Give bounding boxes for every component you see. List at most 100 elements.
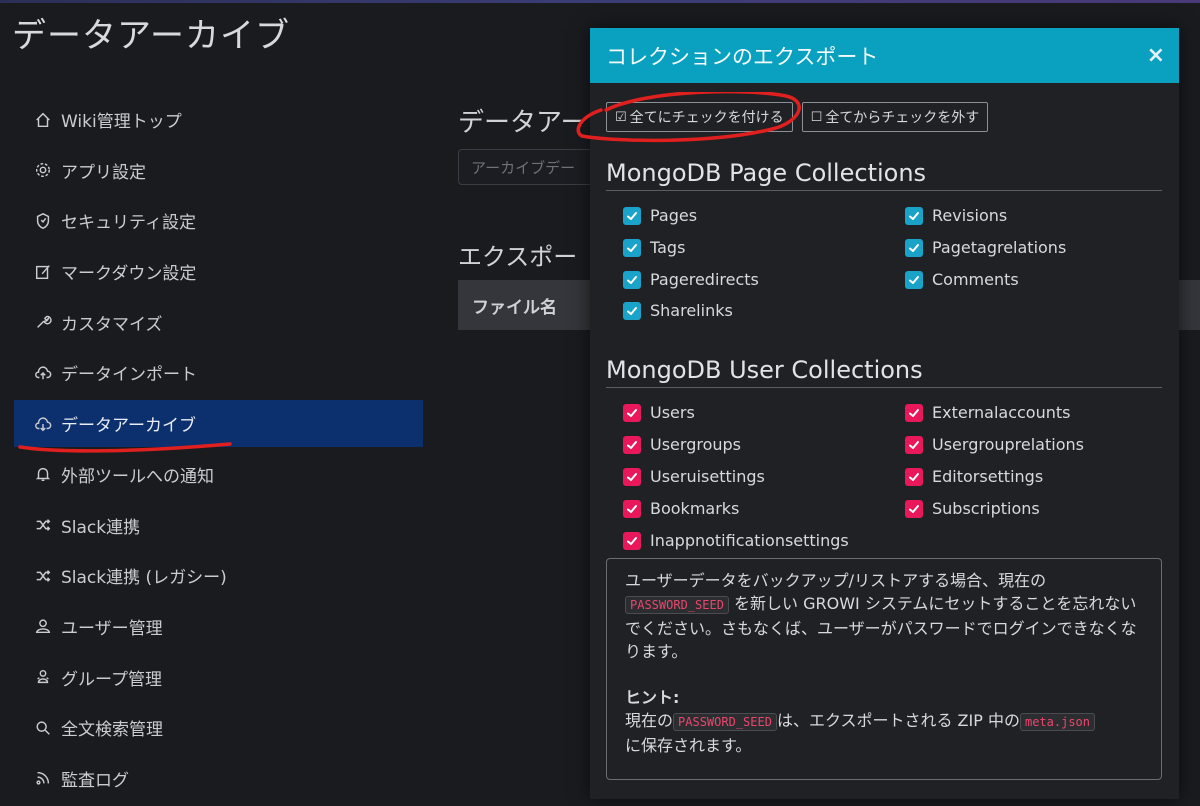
sidebar-item-slack[interactable]: Slack連携 bbox=[14, 502, 423, 549]
empty-square-icon: ☐ bbox=[810, 109, 823, 125]
checkbox-checked-icon bbox=[623, 206, 641, 225]
uncheck-all-label: 全てからチェックを外す bbox=[825, 110, 980, 126]
checkbox-subscriptions[interactable]: Subscriptions bbox=[905, 499, 1040, 518]
checkbox-users[interactable]: Users bbox=[623, 403, 695, 422]
feed-icon bbox=[32, 767, 54, 789]
home-icon bbox=[32, 109, 54, 131]
checkbox-checked-icon bbox=[623, 499, 641, 518]
sidebar-item-group-management[interactable]: グループ管理 bbox=[14, 654, 423, 701]
checkbox-checked-icon bbox=[905, 270, 923, 289]
checkbox-usergrouprelations[interactable]: Usergrouprelations bbox=[905, 435, 1084, 454]
close-icon[interactable]: × bbox=[1147, 43, 1165, 68]
hint-title: ヒント: bbox=[625, 688, 680, 707]
checkbox-externalaccounts[interactable]: Externalaccounts bbox=[905, 403, 1070, 422]
sidebar-item-customize[interactable]: カスタマイズ bbox=[14, 299, 423, 346]
checkbox-label: Pageredirects bbox=[650, 270, 759, 289]
checkbox-comments[interactable]: Comments bbox=[905, 270, 1019, 289]
sidebar-item-markdown[interactable]: マークダウン設定 bbox=[14, 248, 423, 295]
checkbox-checked-icon bbox=[623, 270, 641, 289]
checkbox-checked-icon bbox=[623, 403, 641, 422]
checkbox-useruisettings[interactable]: Useruisettings bbox=[623, 467, 765, 486]
sidebar-item-label: アプリ設定 bbox=[61, 162, 146, 183]
checked-square-icon: ☑ bbox=[615, 109, 627, 125]
modal-header: コレクションのエクスポート × bbox=[590, 28, 1179, 83]
checkbox-checked-icon bbox=[905, 403, 923, 422]
sidebar-item-user-management[interactable]: ユーザー管理 bbox=[14, 603, 423, 650]
checkbox-checked-icon bbox=[623, 238, 641, 257]
checkbox-label: Sharelinks bbox=[650, 301, 733, 320]
sidebar-item-audit-log[interactable]: 監査ログ bbox=[14, 755, 423, 802]
sidebar-item-label: カスタマイズ bbox=[61, 314, 163, 335]
hint-text: 現在の PASSWORD_SEED は、エクスポートされる ZIP 中の meta.j… bbox=[625, 709, 1143, 757]
sidebar-item-search-management[interactable]: 全文検索管理 bbox=[14, 704, 423, 751]
sidebar-item-label: Slack連携 (レガシー) bbox=[61, 568, 227, 589]
archive-heading: データアー bbox=[458, 108, 587, 138]
checkbox-tags[interactable]: Tags bbox=[623, 238, 685, 257]
page-collections-title: MongoDB Page Collections bbox=[606, 159, 1162, 191]
checkbox-label: Pagetagrelations bbox=[932, 238, 1067, 257]
password-seed-alert: ユーザーデータをバックアップ/リストアする場合、現在の PASSWORD_SEE… bbox=[606, 558, 1162, 780]
check-all-label: 全てにチェックを付ける bbox=[629, 110, 784, 126]
checkbox-label: Tags bbox=[650, 238, 686, 257]
uncheck-all-button[interactable]: ☐ 全てからチェックを外す bbox=[801, 102, 989, 132]
export-heading: エクスポー bbox=[458, 243, 578, 271]
checkbox-label: Comments bbox=[932, 270, 1019, 289]
cloud-download-icon bbox=[32, 413, 54, 435]
sidebar-item-label: Slack連携 bbox=[61, 517, 141, 538]
checkbox-label: Subscriptions bbox=[932, 499, 1040, 518]
hint-text-part: 現在の bbox=[625, 711, 674, 730]
select-buttons: ☑ 全てにチェックを付ける ☐ 全てからチェックを外す bbox=[576, 92, 989, 143]
checkbox-editorsettings[interactable]: Editorsettings bbox=[905, 467, 1043, 486]
sidebar-item-data-archive[interactable]: データアーカイブ bbox=[14, 400, 423, 453]
sidebar-item-label: 外部ツールへの通知 bbox=[61, 466, 214, 487]
cloud-upload-icon bbox=[32, 362, 54, 384]
checkbox-usergroups[interactable]: Usergroups bbox=[623, 435, 741, 454]
sidebar-item-label: 監査ログ bbox=[61, 770, 129, 791]
sidebar-item-label: ユーザー管理 bbox=[61, 618, 163, 639]
user-collections-title: MongoDB User Collections bbox=[606, 356, 1162, 388]
checkbox-pages[interactable]: Pages bbox=[623, 206, 697, 225]
code-meta-json: meta.json bbox=[1019, 713, 1095, 731]
sidebar-item-data-import[interactable]: データインポート bbox=[14, 349, 423, 396]
sidebar-item-notifications[interactable]: 外部ツールへの通知 bbox=[14, 451, 423, 498]
export-collections-modal: コレクションのエクスポート × ☑ 全てにチェックを付ける ☐ 全てからチェック… bbox=[576, 28, 1179, 799]
wrench-icon bbox=[32, 311, 54, 333]
checkbox-bookmarks[interactable]: Bookmarks bbox=[623, 499, 739, 518]
alert-text: ユーザーデータをバックアップ/リストアする場合、現在の bbox=[625, 571, 1047, 590]
page-title: データアーカイブ bbox=[12, 16, 290, 56]
checkbox-label: Editorsettings bbox=[932, 467, 1044, 486]
checkbox-checked-icon bbox=[905, 238, 923, 257]
checkbox-label: Usergrouprelations bbox=[932, 435, 1084, 454]
sidebar-item-label: セキュリティ設定 bbox=[61, 213, 196, 234]
sidebar-item-security[interactable]: セキュリティ設定 bbox=[14, 197, 423, 244]
shuffle-icon bbox=[32, 565, 54, 587]
checkbox-label: Externalaccounts bbox=[932, 403, 1071, 422]
checkbox-inappnotificationsettings[interactable]: Inappnotificationsettings bbox=[623, 531, 849, 550]
checkbox-checked-icon bbox=[905, 435, 923, 454]
checkbox-checked-icon bbox=[905, 499, 923, 518]
admin-sidebar: Wiki管理トップ アプリ設定 セキュリティ設定 マークダウン設定 カスタマイズ… bbox=[14, 96, 423, 806]
sidebar-item-app-settings[interactable]: アプリ設定 bbox=[14, 147, 423, 194]
checkbox-label: Bookmarks bbox=[650, 499, 740, 518]
search-icon bbox=[32, 717, 54, 739]
checkbox-checked-icon bbox=[623, 531, 641, 550]
checkbox-revisions[interactable]: Revisions bbox=[905, 206, 1007, 225]
sidebar-item-label: Wiki管理トップ bbox=[61, 112, 182, 132]
checkbox-sharelinks[interactable]: Sharelinks bbox=[623, 301, 733, 320]
top-accent-bar bbox=[0, 0, 1200, 3]
checkbox-pageredirects[interactable]: Pageredirects bbox=[623, 270, 759, 289]
check-all-button[interactable]: ☑ 全てにチェックを付ける bbox=[606, 102, 793, 132]
modal-title: コレクションのエクスポート bbox=[606, 44, 879, 69]
code-password-seed: PASSWORD_SEED bbox=[673, 713, 777, 731]
checkbox-checked-icon bbox=[905, 206, 923, 225]
bell-icon bbox=[32, 463, 54, 485]
checkbox-label: Inappnotificationsettings bbox=[650, 531, 849, 550]
sidebar-item-wiki-top[interactable]: Wiki管理トップ bbox=[14, 96, 423, 143]
checkbox-label: Users bbox=[650, 403, 695, 422]
column-filename: ファイル名 bbox=[472, 297, 557, 318]
sidebar-item-slack-legacy[interactable]: Slack連携 (レガシー) bbox=[14, 552, 423, 599]
checkbox-checked-icon bbox=[905, 467, 923, 486]
sidebar-item-label: 全文検索管理 bbox=[61, 720, 163, 741]
checkbox-label: Usergroups bbox=[650, 435, 741, 454]
checkbox-pagetagrelations[interactable]: Pagetagrelations bbox=[905, 238, 1066, 257]
